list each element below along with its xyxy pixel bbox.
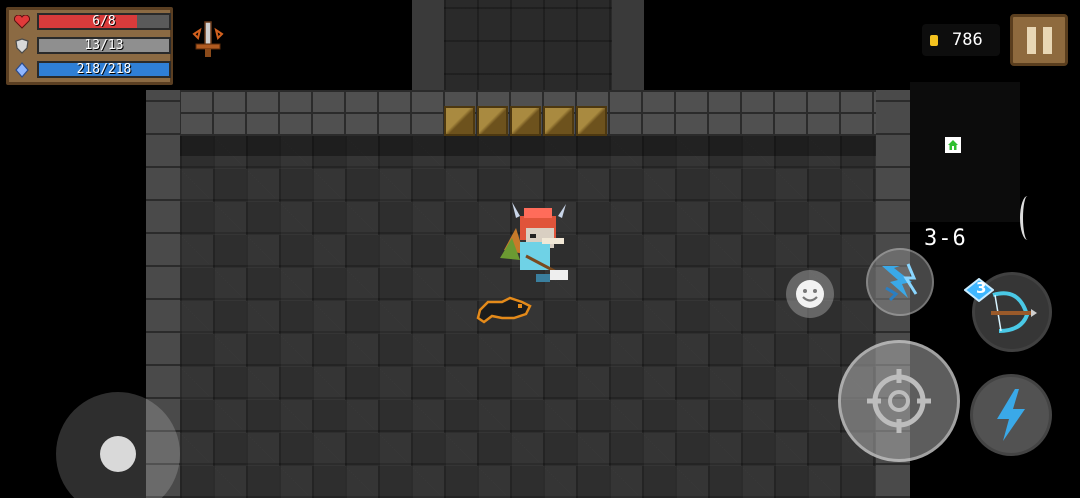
hp-value: 6/8 xyxy=(92,14,116,29)
skill-button[interactable] xyxy=(866,248,934,316)
wall-shadow xyxy=(180,136,876,156)
attack-button[interactable] xyxy=(838,340,960,462)
home-icon xyxy=(948,140,958,150)
coin-value: 786 xyxy=(952,30,983,50)
lightning-burst-icon xyxy=(882,263,918,302)
pause-button[interactable] xyxy=(1010,14,1068,66)
pet-companion xyxy=(476,296,532,324)
shield-icon xyxy=(13,38,31,54)
heart-icon xyxy=(13,14,31,30)
door-block xyxy=(543,106,574,136)
hp-row: 6/8 xyxy=(13,13,171,31)
weapon-energy-cost: 3 xyxy=(976,279,987,297)
energy-value: 218/218 xyxy=(76,62,132,77)
dash-skill-button[interactable] xyxy=(970,374,1052,456)
door-block xyxy=(510,106,541,136)
armor-row: 13/13 xyxy=(13,37,171,55)
gold-coin-icon xyxy=(930,35,938,46)
minimap-edge-indicator xyxy=(1020,196,1035,240)
emote-button[interactable] xyxy=(786,270,834,318)
energy-row: 218/218 xyxy=(13,61,171,79)
armor-value: 13/13 xyxy=(84,38,124,53)
door-block xyxy=(576,106,607,136)
smiley-face-icon xyxy=(796,280,824,308)
crosshair-icon xyxy=(867,369,931,433)
joystick-knob[interactable] xyxy=(100,436,136,472)
armor-bar: 13/13 xyxy=(37,37,171,54)
sword-buff-icon xyxy=(192,21,224,57)
energy-bar: 218/218 xyxy=(37,61,171,78)
lightning-bolt-icon xyxy=(997,389,1025,441)
door-blocks xyxy=(444,106,607,136)
minimap[interactable] xyxy=(910,82,1020,222)
coin-counter: 786 xyxy=(922,24,1000,56)
minimap-current-room xyxy=(945,137,961,153)
energy-crystal-icon xyxy=(13,62,31,78)
level-label: 3-6 xyxy=(924,226,967,251)
door-block xyxy=(477,106,508,136)
game-screen: 6/8 13/13 218/218 786 3-6 3 xyxy=(0,0,1080,498)
hp-bar: 6/8 xyxy=(37,13,171,30)
stats-panel: 6/8 13/13 218/218 xyxy=(6,7,173,85)
door-block xyxy=(444,106,475,136)
player-character xyxy=(500,202,568,282)
